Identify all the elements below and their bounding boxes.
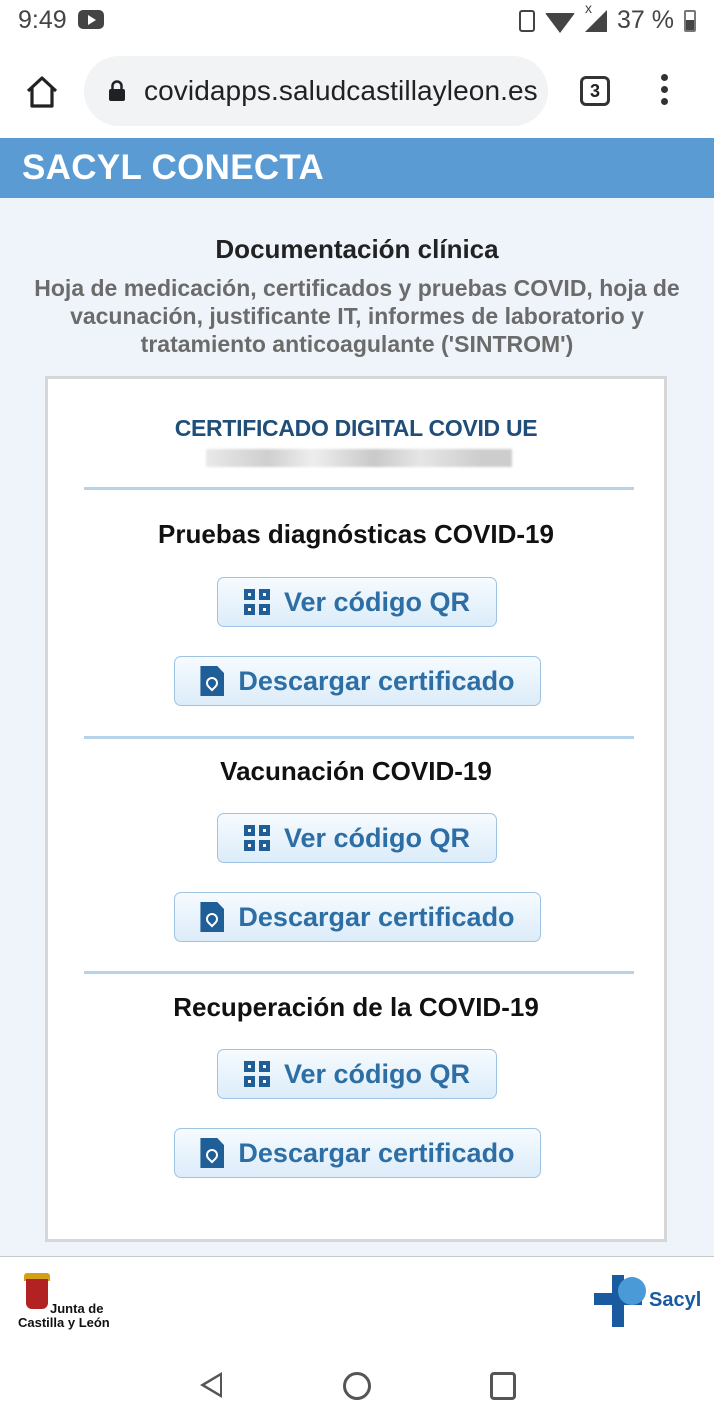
logo-text-line1: Junta de — [50, 1301, 104, 1316]
battery-percent: 37 % — [617, 6, 674, 34]
button-label: Ver código QR — [283, 822, 471, 853]
url-text: covidapps.saludcastillayleon.es — [144, 75, 538, 106]
tabs-icon[interactable]: 3 — [580, 76, 610, 106]
view-qr-button-tests[interactable]: Ver código QR — [217, 577, 497, 627]
back-icon[interactable] — [200, 1372, 222, 1398]
page-footer: Junta de Castilla y León Sacyl — [0, 1256, 714, 1347]
button-label: Descargar certificado — [238, 1137, 515, 1168]
status-bar: 9:49 x 37 % — [0, 0, 714, 44]
logo-text-line2: Castilla y León — [18, 1315, 110, 1330]
status-time: 9:49 — [18, 6, 67, 34]
home-icon[interactable] — [24, 74, 60, 110]
qr-code-icon — [243, 589, 270, 615]
pdf-icon — [200, 1138, 225, 1168]
address-bar[interactable]: covidapps.saludcastillayleon.es — [84, 56, 548, 126]
section-title-recovery: Recuperación de la COVID-19 — [173, 992, 539, 1022]
sacyl-logo-text: Sacyl — [649, 1289, 702, 1311]
recents-icon[interactable] — [490, 1372, 516, 1400]
button-label: Descargar certificado — [238, 901, 515, 932]
lock-icon — [109, 80, 125, 101]
vibrate-icon — [519, 9, 536, 32]
page-title: Documentación clínica — [215, 234, 499, 264]
system-navigation-bar — [0, 1346, 714, 1428]
status-icons: x 37 % — [519, 0, 696, 35]
pdf-icon — [200, 666, 225, 696]
home-circle-icon[interactable] — [343, 1372, 371, 1400]
signal-icon: x — [585, 0, 608, 32]
button-label: Descargar certificado — [238, 665, 515, 696]
pdf-icon — [200, 902, 225, 932]
divider — [84, 487, 634, 490]
youtube-notification-icon — [78, 10, 104, 29]
download-certificate-button-recovery[interactable]: Descargar certificado — [174, 1128, 541, 1178]
sacyl-logo[interactable]: Sacyl — [594, 1275, 704, 1329]
certificate-card: CERTIFICADO DIGITAL COVID UE Pruebas dia… — [45, 376, 667, 1242]
page-content: SACYL CONECTA Documentación clínica Hoja… — [0, 138, 714, 1256]
view-qr-button-vaccination[interactable]: Ver código QR — [217, 813, 497, 863]
button-label: Ver código QR — [283, 586, 471, 617]
redacted-text — [206, 449, 512, 467]
qr-code-icon — [243, 825, 270, 851]
divider — [84, 971, 634, 974]
certificate-title: CERTIFICADO DIGITAL COVID UE — [174, 415, 538, 441]
section-title-vaccination: Vacunación COVID-19 — [220, 756, 492, 786]
menu-icon[interactable] — [656, 74, 672, 110]
site-title[interactable]: SACYL CONECTA — [22, 148, 324, 188]
coat-of-arms-icon — [26, 1279, 48, 1309]
page-subtitle: Hoja de medicación, certificados y prueb… — [34, 275, 680, 357]
circle-icon — [618, 1277, 646, 1305]
qr-code-icon — [243, 1061, 270, 1087]
site-header: SACYL CONECTA — [0, 138, 714, 198]
divider — [84, 736, 634, 739]
wifi-icon — [545, 12, 576, 33]
battery-icon — [684, 9, 696, 32]
view-qr-button-recovery[interactable]: Ver código QR — [217, 1049, 497, 1099]
download-certificate-button-tests[interactable]: Descargar certificado — [174, 656, 541, 706]
download-certificate-button-vaccination[interactable]: Descargar certificado — [174, 892, 541, 942]
button-label: Ver código QR — [283, 1058, 471, 1089]
junta-castilla-leon-logo[interactable]: Junta de Castilla y León — [18, 1273, 128, 1333]
section-title-tests: Pruebas diagnósticas COVID-19 — [158, 519, 554, 549]
browser-toolbar: covidapps.saludcastillayleon.es 3 — [0, 44, 714, 138]
